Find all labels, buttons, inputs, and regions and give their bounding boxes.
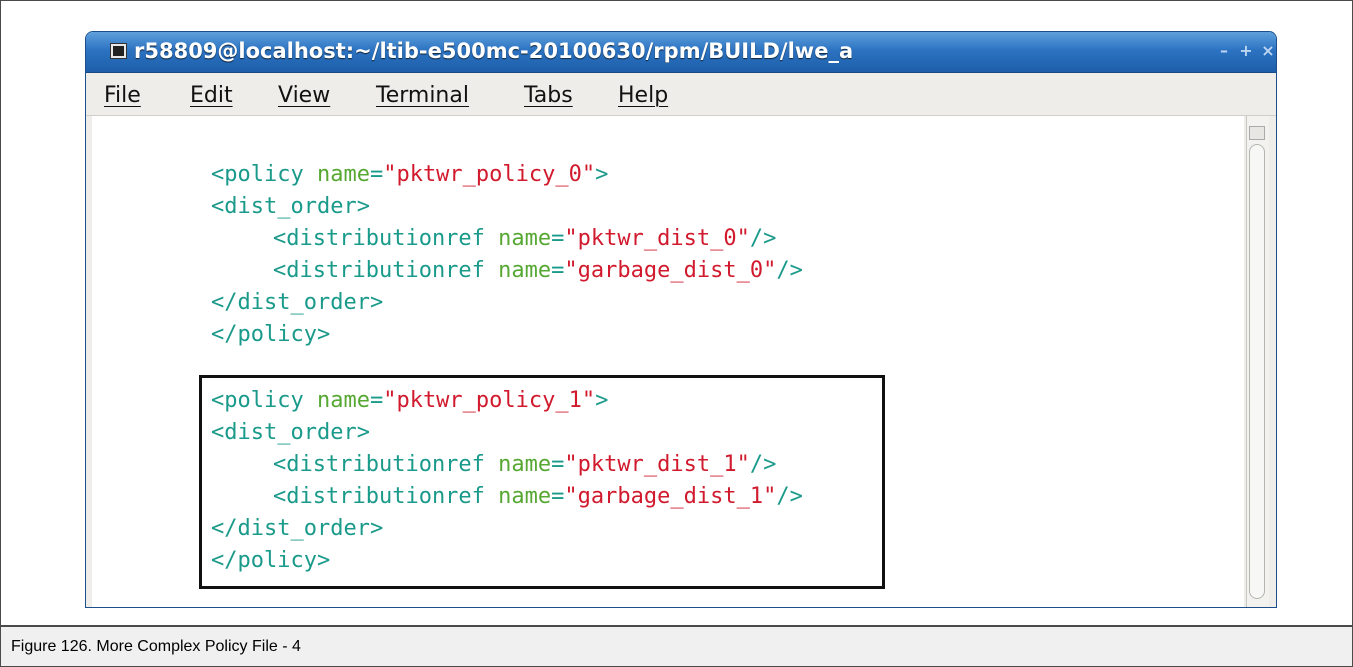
title-bar[interactable]: r58809@localhost:~/ltib-e500mc-20100630/… (86, 32, 1276, 73)
code-line: </dist_order> (211, 290, 384, 315)
code-line: </policy> (211, 548, 331, 573)
figure-frame: r58809@localhost:~/ltib-e500mc-20100630/… (0, 0, 1353, 626)
close-button[interactable]: × (1258, 41, 1276, 61)
menu-view[interactable]: View (278, 83, 330, 108)
code-line: <dist_order> (211, 194, 370, 219)
window-title: r58809@localhost:~/ltib-e500mc-20100630/… (134, 39, 854, 63)
menu-edit[interactable]: Edit (190, 83, 233, 108)
code-line: <dist_order> (211, 420, 370, 445)
minimize-button[interactable]: – (1214, 41, 1234, 61)
code-line: <policy name="pktwr_policy_1"> (211, 388, 609, 413)
terminal-icon (110, 43, 127, 59)
scroll-up-arrow-icon[interactable] (1249, 126, 1265, 140)
menu-tabs[interactable]: Tabs (524, 83, 573, 108)
menu-bar: File Edit View Terminal Tabs Help (86, 73, 1276, 116)
caption-bar: Figure 126. More Complex Policy File - 4 (0, 626, 1353, 667)
code-line: <distributionref name="pktwr_dist_1"/> (273, 452, 777, 477)
code-line: <distributionref name="pktwr_dist_0"/> (273, 226, 777, 251)
menu-file[interactable]: File (104, 83, 141, 108)
maximize-button[interactable]: + (1236, 41, 1256, 61)
code-line: <policy name="pktwr_policy_0"> (211, 162, 609, 187)
figure-caption: Figure 126. More Complex Policy File - 4 (11, 638, 301, 655)
code-line: <distributionref name="garbage_dist_1"/> (273, 484, 803, 509)
code-line: </policy> (211, 322, 331, 347)
menu-terminal[interactable]: Terminal (376, 83, 469, 108)
code-line: <distributionref name="garbage_dist_0"/> (273, 258, 803, 283)
vertical-scrollbar[interactable] (1246, 116, 1269, 607)
scroll-thumb[interactable] (1249, 144, 1265, 599)
menu-help[interactable]: Help (618, 83, 668, 108)
code-line: </dist_order> (211, 516, 384, 541)
